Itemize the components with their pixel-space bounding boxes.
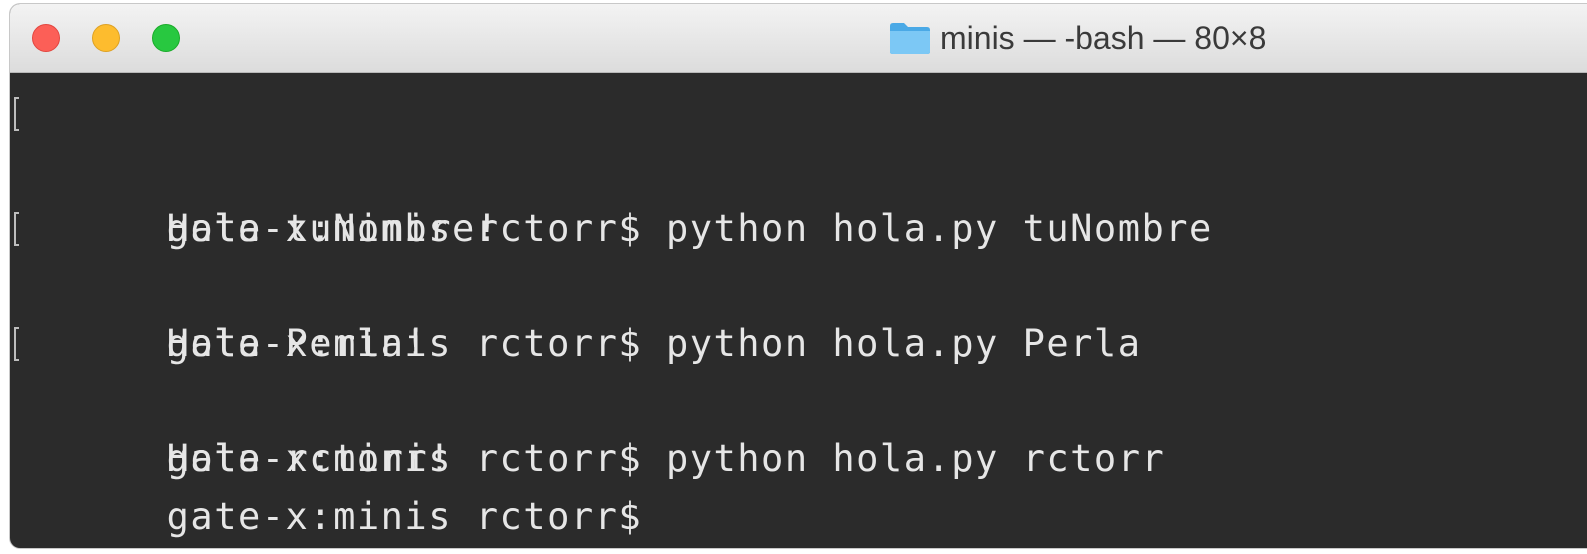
line-mark <box>14 212 19 246</box>
line-mark <box>14 97 19 131</box>
title-bar[interactable]: minis — -bash — 80×8 <box>10 4 1587 73</box>
terminal-line-text: gate-x:minis rctorr$ <box>166 494 643 538</box>
line-mark <box>14 327 19 361</box>
terminal-line: gate-x:minis rctorr$ python hola.py Perl… <box>14 200 1587 365</box>
maximize-button[interactable] <box>152 24 180 52</box>
terminal-line: Hola rctorr! <box>24 373 1587 480</box>
terminal-window: minis — -bash — 80×8 gate-x:minis rctorr… <box>10 4 1587 548</box>
minimize-button[interactable] <box>92 24 120 52</box>
terminal-output[interactable]: gate-x:minis rctorr$ python hola.py tuNo… <box>10 73 1587 548</box>
folder-icon <box>888 20 932 56</box>
close-button[interactable] <box>32 24 60 52</box>
terminal-line: gate-x:minis rctorr$ python hola.py rcto… <box>14 315 1587 480</box>
window-title: minis — -bash — 80×8 <box>940 19 1267 56</box>
terminal-line: gate-x:minis rctorr$ python hola.py tuNo… <box>14 85 1587 250</box>
terminal-line: Hola Perla! <box>24 258 1587 365</box>
terminal-line: Hola tuNombre! <box>24 143 1587 250</box>
terminal-prompt: gate-x:minis rctorr$ <box>24 430 1587 538</box>
window-title-group: minis — -bash — 80×8 <box>888 18 1266 58</box>
